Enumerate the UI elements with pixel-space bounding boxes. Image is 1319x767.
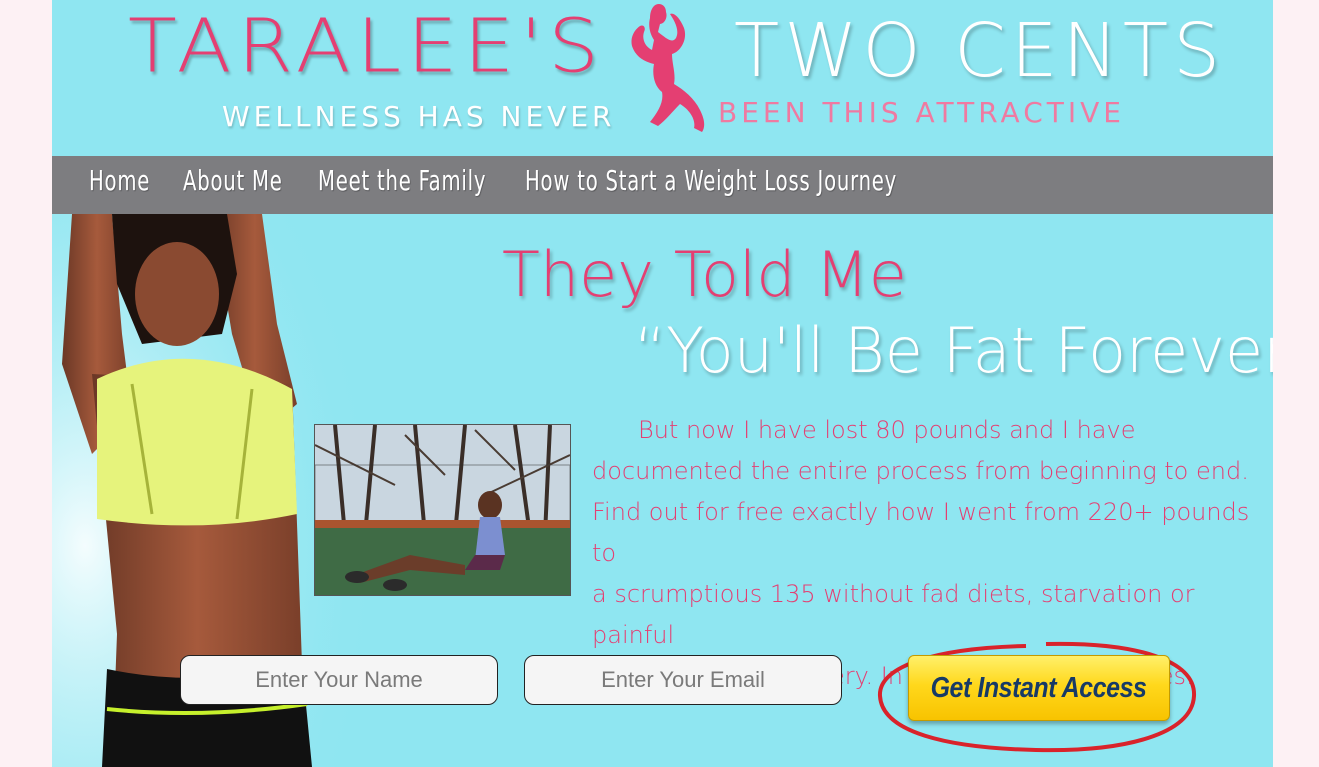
- main-navigation: Home About Me Meet the Family How to Sta…: [52, 156, 1273, 214]
- nav-item-meet-the-family[interactable]: Meet the Family: [318, 164, 486, 197]
- park-photo-image: [314, 424, 571, 596]
- body-line: Find out for free exactly how I went fro…: [592, 498, 1250, 567]
- site-container: TARALEE'S TWO CENTS WELLNESS HAS NEVER B…: [52, 0, 1273, 767]
- tagline-right: BEEN THIS ATTRACTIVE: [718, 96, 1125, 129]
- brand-name-left[interactable]: TARALEE'S: [128, 10, 605, 84]
- site-header: TARALEE'S TWO CENTS WELLNESS HAS NEVER B…: [52, 0, 1273, 156]
- nav-item-about-me[interactable]: About Me: [183, 164, 283, 197]
- body-line: documented the entire process from begin…: [592, 457, 1249, 485]
- name-input[interactable]: [180, 655, 498, 705]
- tagline-left: WELLNESS HAS NEVER: [222, 100, 616, 133]
- nav-item-weight-loss-journey[interactable]: How to Start a Weight Loss Journey: [525, 164, 897, 197]
- nav-item-home[interactable]: Home: [89, 164, 150, 197]
- email-input[interactable]: [524, 655, 842, 705]
- brand-name-right[interactable]: TWO CENTS: [734, 14, 1225, 88]
- body-line: But now I have lost 80 pounds and I have: [638, 416, 1136, 444]
- hero-section: They Told Me “You'll Be Fat Forever” But…: [52, 214, 1273, 767]
- headline-line-2: “You'll Be Fat Forever”: [634, 314, 1273, 387]
- get-instant-access-button[interactable]: Get Instant Access: [908, 655, 1170, 721]
- headline-line-1: They Told Me: [502, 238, 907, 311]
- jumping-woman-silhouette-icon: [631, 4, 705, 132]
